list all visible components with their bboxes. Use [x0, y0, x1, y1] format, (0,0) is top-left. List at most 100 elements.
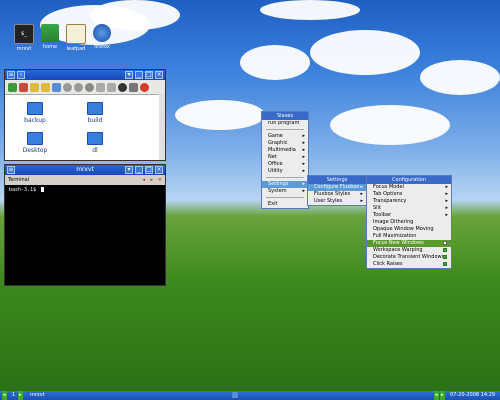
- task-prev-icon[interactable]: ◂: [434, 391, 439, 400]
- maximize-icon[interactable]: □: [145, 166, 153, 174]
- desktop-icon-firefox[interactable]: firefox: [90, 24, 114, 50]
- close-icon[interactable]: ×: [155, 71, 163, 79]
- menu-item-toolbar[interactable]: Toolbar ▸: [367, 212, 451, 219]
- scrollbar[interactable]: [159, 94, 165, 160]
- eye-icon[interactable]: [118, 82, 127, 92]
- menu-item-run-program[interactable]: run program: [262, 120, 308, 127]
- help-icon[interactable]: [140, 82, 149, 92]
- menu-item-image-dithering[interactable]: Image Dithering: [367, 219, 451, 226]
- desktop-icon-home[interactable]: home: [38, 24, 62, 50]
- menu-item-office[interactable]: Office ▸: [262, 161, 308, 168]
- terminal-content[interactable]: bash-3.1$: [5, 185, 165, 285]
- maximize-icon[interactable]: □: [145, 71, 153, 79]
- file-manager-titlebar[interactable]: ≡ ‹ ▾ _ □ ×: [5, 70, 165, 80]
- menu-item-focus-model[interactable]: Focus Model ▸: [367, 184, 451, 191]
- menu-item-focus-new-windows[interactable]: Focus New Windows: [367, 240, 451, 247]
- folder-item[interactable]: dl: [75, 132, 115, 154]
- menu-item-label: Workspace Warping: [373, 247, 423, 253]
- desktop-icon-label: leafpad: [66, 46, 86, 52]
- submenu-arrow-icon: ▸: [302, 188, 305, 194]
- task-icon[interactable]: [232, 392, 238, 398]
- menu-item-fluxbox-styles[interactable]: Fluxbox Styles ▸: [308, 191, 366, 198]
- submenu-arrow-icon: ▸: [445, 184, 448, 190]
- close-icon[interactable]: ×: [155, 166, 163, 174]
- back-icon[interactable]: [30, 82, 39, 92]
- desktop-icon-label: mrxvt: [16, 46, 32, 52]
- menu-item-graphic[interactable]: Graphic ▸: [262, 140, 308, 147]
- menu-item-settings[interactable]: Settings ▸: [262, 181, 308, 188]
- window-menu-icon[interactable]: ≡: [7, 166, 15, 174]
- menu-item-label: Focus New Windows: [373, 240, 424, 246]
- terminal-icon: $_: [14, 24, 34, 44]
- terminal-tabbar: Terminal ◂ ▸ ×: [5, 175, 165, 185]
- menu-item-label: Focus Model: [373, 184, 404, 190]
- menu-item-game[interactable]: Game ▸: [262, 133, 308, 140]
- root-menu-title: Slaxes: [262, 112, 308, 120]
- file-manager-toolbar: [5, 80, 165, 95]
- menu-item-full-maximization[interactable]: Full Maximization: [367, 233, 451, 240]
- checkbox-checked-icon: [443, 248, 447, 252]
- list-view-icon[interactable]: [96, 82, 105, 92]
- menu-item-workspace-warping[interactable]: Workspace Warping: [367, 247, 451, 254]
- cloud: [240, 45, 310, 80]
- folder-item[interactable]: Desktop: [15, 132, 55, 154]
- desktop-icon-leafpad[interactable]: leafpad: [64, 24, 88, 52]
- tab-close-icon[interactable]: ×: [158, 175, 162, 185]
- stick-icon[interactable]: ▾: [125, 71, 133, 79]
- checkbox-checked-icon: [443, 255, 447, 259]
- menu-item-decorate-transient-windows[interactable]: Decorate Transient Windows: [367, 254, 451, 261]
- folder-item[interactable]: backup: [15, 102, 55, 124]
- menu-item-tab-options[interactable]: Tab Options ▸: [367, 191, 451, 198]
- submenu-arrow-icon: ▸: [445, 191, 448, 197]
- menu-item-label: Click Raises: [373, 261, 403, 267]
- menu-item-opaque-window-moving[interactable]: Opaque Window Moving: [367, 226, 451, 233]
- window-menu-icon[interactable]: ≡: [7, 71, 15, 79]
- workspace-prev-icon[interactable]: ◂: [2, 391, 7, 400]
- file-manager-window: ≡ ‹ ▾ _ □ × backup build Desktop dl: [4, 69, 166, 161]
- tab-scroll-right-icon[interactable]: ▸: [150, 175, 153, 185]
- up-icon[interactable]: [8, 82, 17, 92]
- menu-item-multimedia[interactable]: Multimedia ▸: [262, 147, 308, 154]
- desktop-icon-mrxvt[interactable]: $_ mrxvt: [12, 24, 36, 52]
- menu-item-slit[interactable]: Slit ▸: [367, 205, 451, 212]
- icon-view-icon[interactable]: [107, 82, 116, 92]
- menu-item-label: Slit: [373, 205, 381, 211]
- workspace-label[interactable]: 1: [12, 391, 15, 400]
- home-icon[interactable]: [19, 82, 28, 92]
- tab-scroll-left-icon[interactable]: ◂: [142, 175, 145, 185]
- stick-icon[interactable]: ▾: [125, 166, 133, 174]
- tab-terminal[interactable]: Terminal: [8, 177, 29, 183]
- menu-item-label: Settings: [268, 181, 289, 187]
- clock: 07-20-2008 14:29: [450, 392, 496, 398]
- minimize-icon[interactable]: _: [135, 166, 143, 174]
- submenu-arrow-icon: ▸: [302, 168, 305, 174]
- terminal-titlebar[interactable]: ≡ mrxvt ▾ _ □ ×: [5, 165, 165, 175]
- taskbar-task-mrxvt[interactable]: mrxvt: [30, 391, 45, 400]
- submenu-arrow-icon: ▸: [302, 161, 305, 167]
- menu-item-user-styles[interactable]: User Styles ▸: [308, 198, 366, 205]
- menu-item-net[interactable]: Net ▸: [262, 154, 308, 161]
- menu-item-label: Utility: [268, 168, 283, 174]
- settings-menu-title: Settings: [308, 176, 366, 184]
- zoom-out-icon[interactable]: [74, 82, 83, 92]
- taskbar: ◂ 1 ▸ mrxvt ◂ ▸ 07-20-2008 14:29: [0, 391, 500, 400]
- menu-item-label: Graphic: [268, 140, 288, 146]
- grid-view-icon[interactable]: [129, 82, 138, 92]
- minimize-icon[interactable]: _: [135, 71, 143, 79]
- menu-item-transparency[interactable]: Transparency ▸: [367, 198, 451, 205]
- zoom-in-icon[interactable]: [63, 82, 72, 92]
- menu-item-exit[interactable]: Exit: [262, 201, 308, 208]
- shade-icon[interactable]: ‹: [17, 71, 25, 79]
- menu-item-click-raises[interactable]: Click Raises: [367, 261, 451, 268]
- workspace-next-icon[interactable]: ▸: [18, 391, 23, 400]
- folder-item[interactable]: build: [75, 102, 115, 124]
- configuration-menu-title: Configuration: [367, 176, 451, 184]
- reload-icon[interactable]: [52, 82, 61, 92]
- menu-item-label: Game: [268, 133, 283, 139]
- menu-item-utility[interactable]: Utility ▸: [262, 168, 308, 175]
- task-next-icon[interactable]: ▸: [440, 391, 445, 400]
- menu-item-system[interactable]: System ▸: [262, 188, 308, 195]
- forward-icon[interactable]: [41, 82, 50, 92]
- menu-item-configure-fluxbox[interactable]: Configure Fluxbox ▸: [308, 184, 366, 191]
- search-icon[interactable]: [85, 82, 94, 92]
